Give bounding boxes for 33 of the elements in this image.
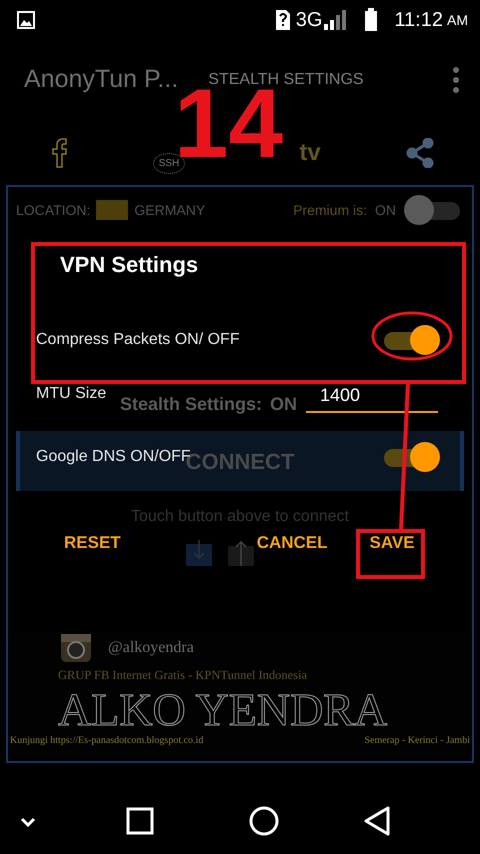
setting-label: MTU Size [36,384,106,404]
dialog-title: VPN Settings [60,252,198,277]
dialog-button[interactable]: CANCEL [246,524,338,562]
stealth-label: Stealth Settings: [120,393,262,416]
dialog-button[interactable]: SAVE [360,524,425,562]
germany-flag-icon [96,200,128,220]
setting-label: Compress Packets ON/ OFF [36,330,240,350]
upload-icon [228,540,254,566]
instagram-handle: @alkoyendra [108,638,194,658]
image-icon [16,10,36,30]
clock-period: AM [447,10,468,30]
more-options-icon[interactable] [452,66,460,94]
location-label: LOCATION: [16,200,90,220]
banner-location: Semerap - Kerinci - Jambi [364,734,470,748]
banner-website: Kunjungi https://Es-panasdotcom.blogspot.co.id [10,734,204,748]
toggle-switch[interactable] [382,441,442,473]
banner-group-text: GRUP FB Internet Gratis - KPNTunnel Indonesia [58,668,308,682]
premium-status: ON [375,200,396,220]
location-name: GERMANY [134,200,206,220]
premium-label: Premium is: [293,200,367,220]
download-icon [186,540,212,566]
mtu-size-field[interactable]: 1400 [306,382,438,413]
dialog-button[interactable]: RESET [54,524,131,562]
toggle-switch[interactable] [382,324,442,356]
stealth-status: ON [270,393,298,416]
network-type: 3G [296,8,322,33]
clock: 11:12 [394,8,443,33]
camera-icon [60,633,92,663]
share-icon[interactable] [406,138,434,168]
battery-icon [364,8,378,32]
signal-icon [322,8,348,32]
banner-name: ALKO YENDRA [58,684,388,735]
sim-card-icon [274,8,292,32]
